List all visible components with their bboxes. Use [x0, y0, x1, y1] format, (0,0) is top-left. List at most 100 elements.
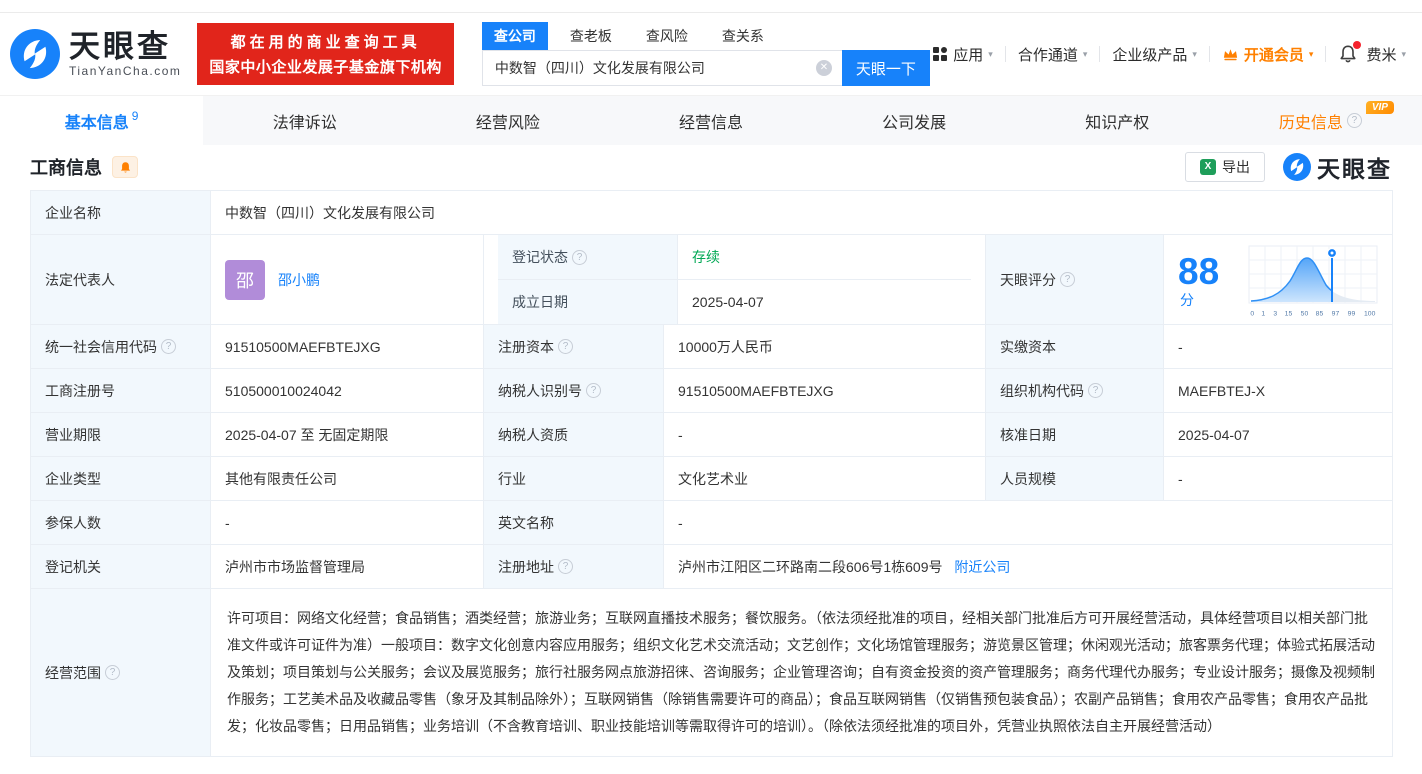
industry-value: 文化艺术业 [664, 457, 986, 501]
top-border [0, 0, 1422, 13]
label-text: 登记状态 [512, 247, 568, 267]
help-icon[interactable]: ? [161, 339, 176, 354]
label-text: 纳税人识别号 [498, 381, 582, 401]
tab-label: 法律诉讼 [273, 109, 337, 133]
table-row: 工商注册号 510500010024042 纳税人识别号 ? 91510500M… [31, 369, 1393, 413]
search-tab-boss[interactable]: 查老板 [558, 22, 624, 50]
brand-watermark: 天眼查 [1283, 150, 1392, 184]
menu-partners-label: 合作通道 [1018, 44, 1078, 65]
bell-icon [119, 161, 132, 174]
menu-vip-upgrade[interactable]: 开通会员 ▾ [1222, 44, 1314, 65]
search-tab-risk[interactable]: 查风险 [634, 22, 700, 50]
label-text: 统一社会信用代码 [45, 337, 157, 357]
menu-enterprise-label: 企业级产品 [1112, 44, 1187, 65]
notification-bell[interactable] [1338, 44, 1358, 64]
tab-label: 经营风险 [476, 109, 540, 133]
tab-history-info[interactable]: VIP 历史信息 ? [1219, 96, 1422, 145]
header: 天眼查 TianYanCha.com 都在用的商业查询工具 国家中小企业发展子基… [0, 13, 1422, 95]
divider [1325, 46, 1326, 62]
paid-capital-label: 实缴资本 [986, 325, 1164, 369]
reg-status-value: 存续 [678, 235, 971, 279]
tab-operation-risk[interactable]: 经营风险 [406, 96, 609, 145]
tab-label: 知识产权 [1085, 109, 1149, 133]
score-value: 88分 [1178, 253, 1234, 310]
slogan-line1: 都在用的商业查询工具 [209, 31, 442, 52]
tab-label: 历史信息 [1279, 109, 1343, 133]
business-scope-value: 许可项目：网络文化经营；食品销售；酒类经营；旅游业务；互联网直播技术服务；餐饮服… [211, 589, 1393, 757]
legal-rep-name-link[interactable]: 邵小鹏 [278, 270, 320, 290]
menu-user[interactable]: 费米 ▾ [1366, 44, 1406, 65]
avatar[interactable]: 邵 [225, 260, 265, 300]
help-icon[interactable]: ? [558, 559, 573, 574]
chevron-down-icon: ▾ [1309, 49, 1314, 60]
business-term-value: 2025-04-07 至 无固定期限 [211, 413, 484, 457]
english-name-label: 英文名称 [484, 501, 664, 545]
export-button[interactable]: X 导出 [1185, 152, 1265, 182]
tab-operation-info[interactable]: 经营信息 [609, 96, 812, 145]
menu-apps-label: 应用 [953, 44, 983, 65]
chevron-down-icon: ▾ [1192, 49, 1197, 60]
help-icon[interactable]: ? [105, 665, 120, 680]
industry-label: 行业 [484, 457, 664, 501]
tianyancha-logo[interactable]: 天眼查 TianYanCha.com [10, 29, 181, 79]
label-text: 经营范围 [45, 663, 101, 683]
score-number: 88 [1178, 251, 1219, 292]
label-text: 注册资本 [498, 337, 554, 357]
logo-en: TianYanCha.com [69, 64, 181, 78]
search-tabs: 查公司 查老板 查风险 查关系 [482, 22, 930, 50]
section-header: 工商信息 X 导出 天眼查 [0, 145, 1422, 189]
search-input[interactable] [482, 50, 842, 86]
search-tab-relation[interactable]: 查关系 [710, 22, 776, 50]
help-icon[interactable]: ? [558, 339, 573, 354]
subscribe-bell-button[interactable] [112, 156, 138, 178]
header-menu: 应用 ▾ 合作通道 ▾ 企业级产品 ▾ 开通会员 ▾ [932, 44, 1406, 65]
menu-partners[interactable]: 合作通道 ▾ [1018, 44, 1088, 65]
tianyancha-logo-icon [1283, 153, 1311, 181]
help-icon[interactable]: ? [572, 250, 587, 265]
excel-icon: X [1200, 159, 1216, 175]
legal-rep-cell: 邵 邵小鹏 [211, 235, 484, 325]
tab-legal-proceedings[interactable]: 法律诉讼 [203, 96, 406, 145]
logo-cn: 天眼查 [69, 31, 181, 63]
divider [1099, 46, 1100, 62]
search-tab-company[interactable]: 查公司 [482, 22, 548, 50]
insured-count-label: 参保人数 [31, 501, 211, 545]
menu-enterprise[interactable]: 企业级产品 ▾ [1112, 44, 1197, 65]
crown-icon [1222, 47, 1239, 61]
reg-authority-label: 登记机关 [31, 545, 211, 589]
table-row: 登记状态 ? 存续 [498, 235, 971, 279]
tab-intellectual-property[interactable]: 知识产权 [1016, 96, 1219, 145]
paid-capital-value: - [1164, 325, 1393, 369]
chart-x-ticks: 01 315 5085 9799 100 [1248, 309, 1378, 318]
help-icon[interactable]: ? [1347, 113, 1362, 128]
nearby-companies-link[interactable]: 附近公司 [954, 559, 1010, 575]
company-type-value: 其他有限责任公司 [211, 457, 484, 501]
tab-company-development[interactable]: 公司发展 [813, 96, 1016, 145]
help-icon[interactable]: ? [1060, 272, 1075, 287]
company-type-label: 企业类型 [31, 457, 211, 501]
company-nav: 基本信息 9 法律诉讼 经营风险 经营信息 公司发展 知识产权 VIP 历史信息… [0, 95, 1422, 145]
clear-input-icon[interactable]: ✕ [816, 60, 832, 76]
score-unit: 分 [1180, 292, 1194, 308]
reg-address-cell: 泸州市江阳区二环路南二段606号1栋609号 附近公司 [664, 545, 1393, 589]
tianyancha-logo-icon [10, 29, 60, 79]
search-button[interactable]: 天眼一下 [842, 50, 930, 86]
help-icon[interactable]: ? [1088, 383, 1103, 398]
table-row: 统一社会信用代码 ? 91510500MAEFBTEJXG 注册资本 ? 100… [31, 325, 1393, 369]
business-info-table: 企业名称 中数智（四川）文化发展有限公司 法定代表人 邵 邵小鹏 登记状态 ? … [30, 190, 1393, 757]
insured-count-value: - [211, 501, 484, 545]
table-row: 营业期限 2025-04-07 至 无固定期限 纳税人资质 - 核准日期 202… [31, 413, 1393, 457]
section-title: 工商信息 [30, 154, 102, 180]
company-name-label: 企业名称 [31, 191, 211, 235]
tab-basic-info[interactable]: 基本信息 9 [0, 96, 203, 145]
reg-capital-label: 注册资本 ? [484, 325, 664, 369]
help-icon[interactable]: ? [586, 383, 601, 398]
label-text: 成立日期 [512, 292, 568, 312]
menu-apps[interactable]: 应用 ▾ [932, 44, 993, 65]
reg-number-label: 工商注册号 [31, 369, 211, 413]
chevron-down-icon: ▾ [988, 49, 993, 60]
reg-address-label: 注册地址 ? [484, 545, 664, 589]
credit-code-value: 91510500MAEFBTEJXG [211, 325, 484, 369]
brand-text: 天眼查 [1317, 150, 1392, 184]
english-name-value: - [664, 501, 1393, 545]
